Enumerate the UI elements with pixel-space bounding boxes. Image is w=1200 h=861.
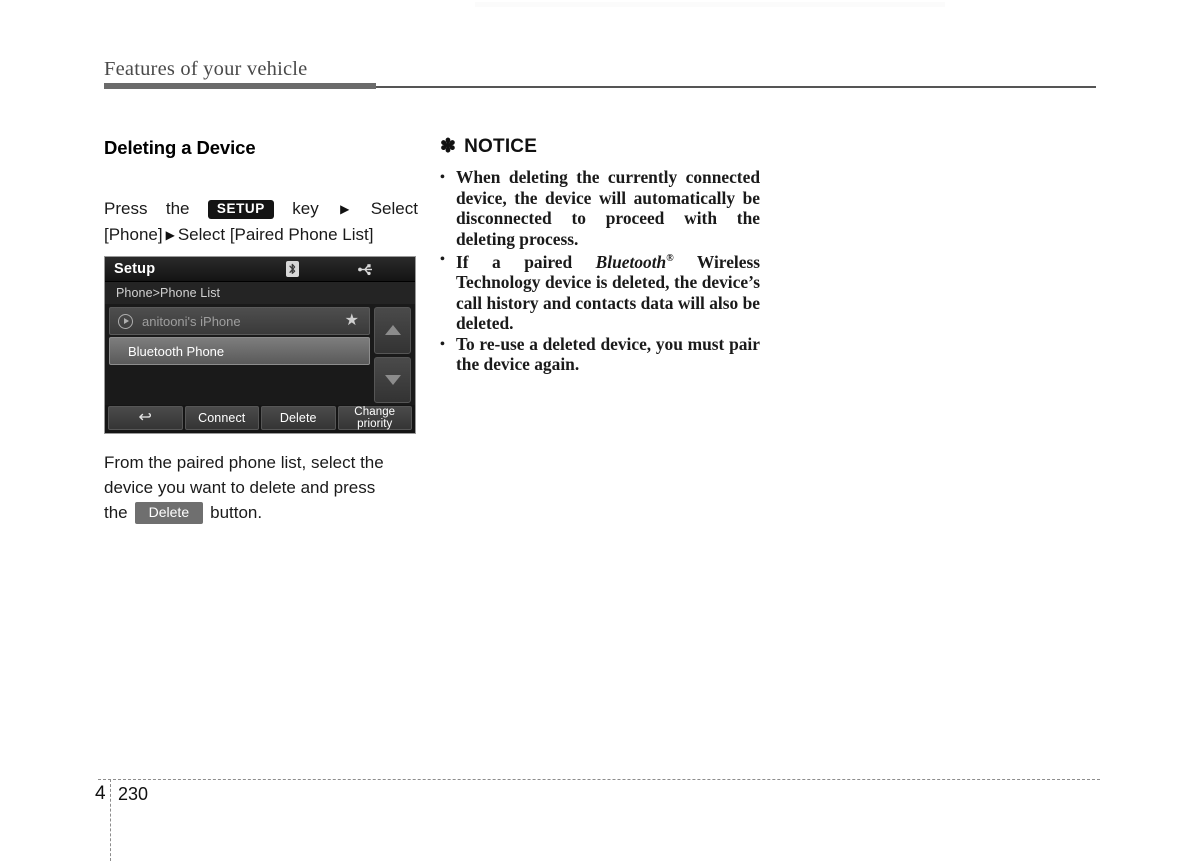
device-toolbar: ↩ Connect Delete Change priority — [105, 405, 415, 433]
bullet-icon: • — [440, 336, 445, 352]
breadcrumb: Phone>Phone List — [105, 282, 415, 304]
notice-item-text-2: If a paired Bluetooth® Wireless Technolo… — [456, 251, 760, 334]
back-button[interactable]: ↩ — [108, 406, 183, 430]
caption-button-word: button. — [210, 503, 263, 522]
chapter-number: 4 — [95, 783, 106, 804]
figure-caption: From the paired phone list, select the d… — [104, 450, 420, 525]
footer-divider-horizontal — [98, 779, 1100, 780]
select-paired-phone-list-label: Select [Paired Phone List] — [177, 225, 374, 244]
path-arrow-icon: ▶ — [340, 202, 350, 216]
bullet-icon: • — [440, 170, 445, 185]
path-arrow-icon-2: ▶ — [165, 228, 175, 242]
head-unit-screenshot: Setup Phone>Phone List anitooni's iPhone… — [104, 256, 416, 434]
setup-key-badge[interactable]: SETUP — [207, 199, 274, 219]
asterisk-icon: ✽ — [440, 136, 457, 157]
page-title: Deleting a Device — [104, 137, 256, 158]
device-name-label-2: Bluetooth Phone — [128, 343, 225, 359]
notice-items: • When deleting the currently connected … — [440, 167, 760, 375]
scan-artifact-band — [475, 2, 945, 7]
notice-item-text-3: To re-use a deleted device, you must pai… — [456, 333, 760, 375]
the-word: the — [165, 199, 190, 218]
page-number: 230 — [118, 784, 149, 804]
delete-key-badge[interactable]: Delete — [134, 501, 204, 524]
notice-heading: ✽ NOTICE — [440, 136, 760, 158]
list-item: • If a paired Bluetooth® Wireless Techno… — [440, 249, 760, 334]
key-word: key — [292, 199, 319, 218]
bullet-icon: • — [440, 252, 445, 267]
navigation-path-instruction: Press the SETUP key ▶ Select [Phone] ▶ S… — [104, 197, 418, 247]
scroll-down-button[interactable] — [374, 356, 411, 403]
list-item: • When deleting the currently connected … — [440, 167, 760, 249]
select-word-1: Select — [370, 199, 418, 218]
device-screen-title: Setup — [114, 261, 156, 277]
change-priority-button[interactable]: Change priority — [337, 406, 412, 430]
paired-device-list: anitooni's iPhone ★ Bluetooth Phone — [109, 307, 370, 403]
caption-the-word: the — [104, 503, 128, 522]
delete-button[interactable]: Delete — [261, 406, 336, 430]
scroll-up-button[interactable] — [374, 307, 411, 354]
list-scroll-controls — [374, 307, 411, 403]
bluetooth-icon — [286, 261, 299, 277]
usb-icon — [357, 263, 377, 276]
list-item-connected-device[interactable]: anitooni's iPhone ★ — [109, 307, 370, 335]
phone-menu-label: [Phone] — [104, 225, 163, 244]
footer-divider-vertical — [110, 779, 111, 861]
triangle-down-icon — [384, 374, 401, 385]
running-header-title: Features of your vehicle — [104, 58, 308, 80]
notice-item-text-1: When deleting the currently connected de… — [456, 167, 760, 249]
back-arrow-icon: ↩ — [138, 409, 152, 426]
manual-page: Features of your vehicle Deleting a Devi… — [0, 0, 1200, 861]
left-column: Deleting a Device Press the SETUP key ▶ … — [104, 137, 418, 247]
list-item-selected-device[interactable]: Bluetooth Phone — [109, 337, 370, 365]
caption-line-1: From the paired phone list, select the — [104, 453, 384, 472]
caption-line-3: the Delete button. — [104, 500, 420, 525]
device-title-bar: Setup — [105, 257, 415, 282]
list-item: • To re-use a deleted device, you must p… — [440, 334, 760, 375]
device-body: anitooni's iPhone ★ Bluetooth Phone — [105, 304, 415, 405]
device-name-label: anitooni's iPhone — [142, 313, 241, 329]
header-rule-thin — [376, 86, 1096, 88]
press-word: Press — [104, 199, 148, 218]
connect-button[interactable]: Connect — [184, 406, 259, 430]
star-icon: ★ — [344, 312, 359, 329]
triangle-up-icon — [384, 325, 401, 336]
notice-title-label: NOTICE — [464, 136, 538, 157]
caption-line-2: device you want to delete and press — [104, 478, 376, 497]
notice-block: ✽ NOTICE • When deleting the currently c… — [440, 136, 760, 375]
header-rule-thick — [104, 83, 376, 89]
play-icon — [118, 313, 133, 329]
